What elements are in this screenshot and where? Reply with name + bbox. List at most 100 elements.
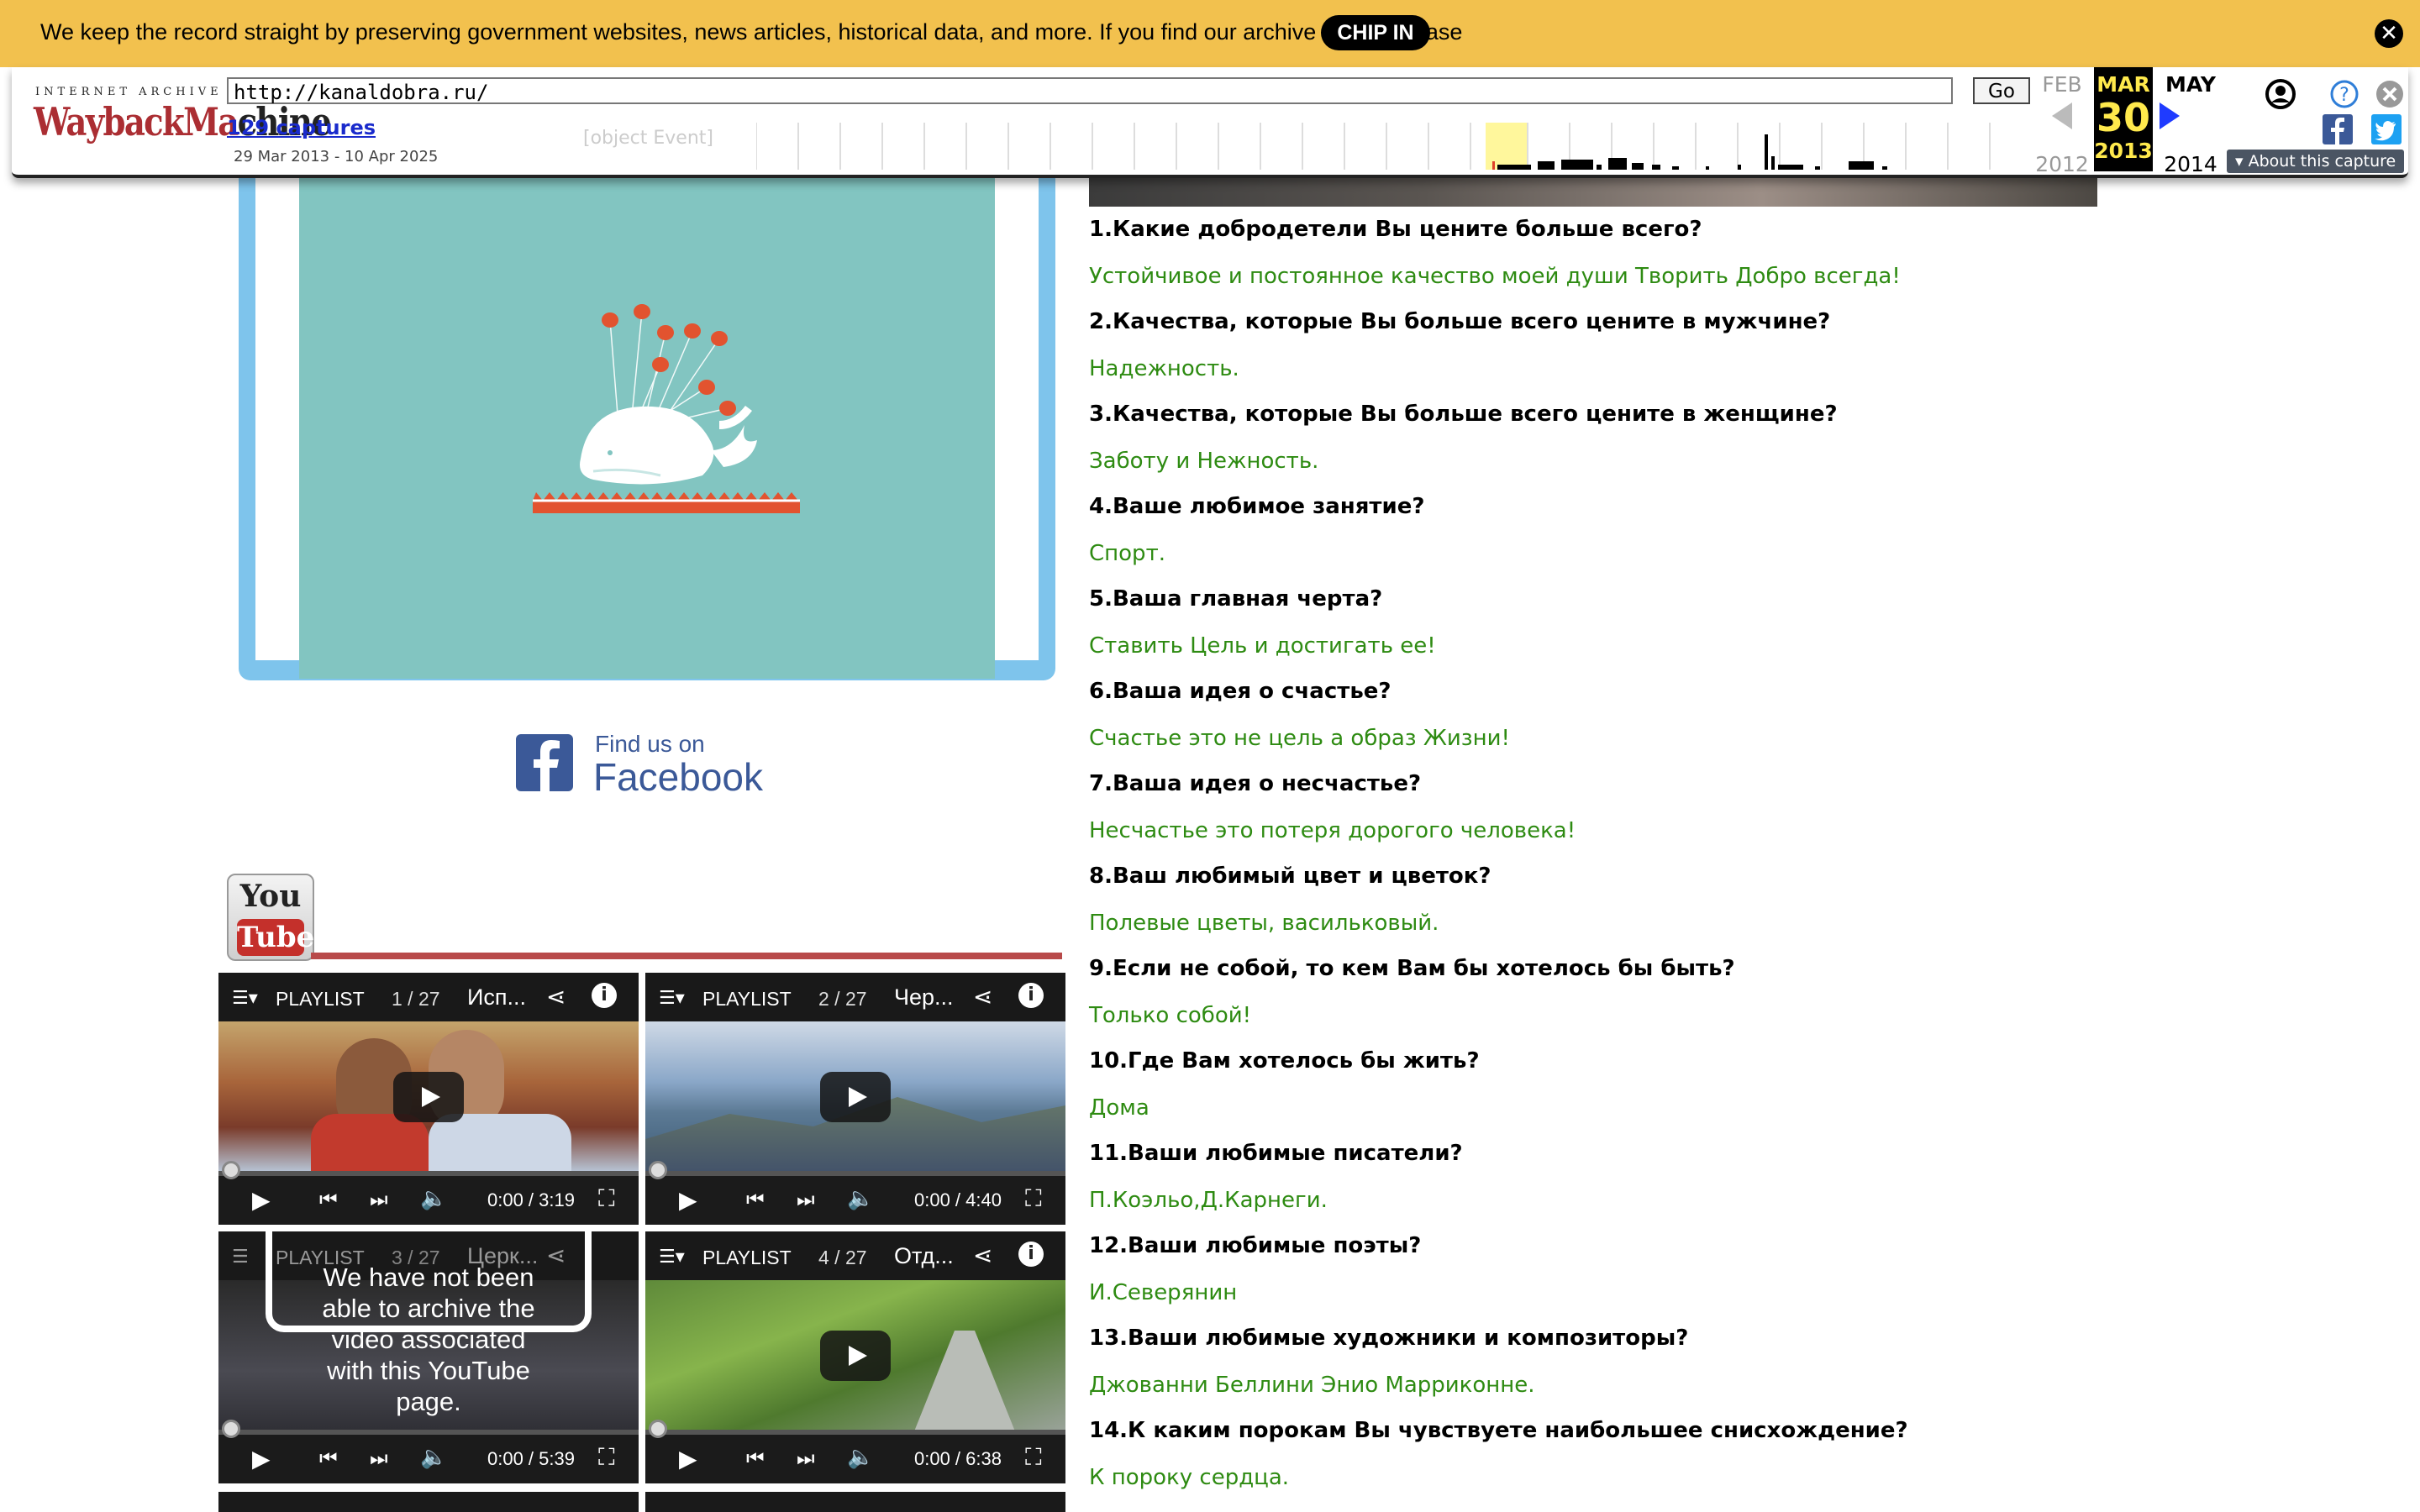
facebook-find-us-link[interactable]: Find us on Facebook	[516, 731, 763, 801]
capture-sparkline[interactable]	[756, 123, 2032, 170]
video-1-time: 0:00 / 3:19	[487, 1189, 575, 1210]
fullscreen-icon[interactable]: ⛶	[598, 1184, 615, 1213]
object-event-text: [object Event]	[583, 128, 713, 149]
video-1-play-button[interactable]	[393, 1072, 464, 1122]
share-icon[interactable]: ⋖	[546, 983, 566, 1011]
volume-icon[interactable]: 🔈	[847, 1445, 874, 1470]
answer-13: Джованни Беллини Энио Марриконне.	[1089, 1373, 1535, 1398]
next-icon[interactable]: ⏭	[797, 1446, 815, 1470]
answer-3: Заботу и Нежность.	[1089, 449, 1319, 474]
video-player-4[interactable]: ☰▾ PLAYLIST 4 / 27 Отд... ⋖ i ▶ ⏮ ⏭ 🔈 0:…	[645, 1231, 1065, 1483]
volume-icon[interactable]: 🔈	[420, 1445, 447, 1470]
url-input[interactable]: http://kanaldobra.ru/	[227, 77, 1953, 104]
video-2-play-button[interactable]	[820, 1072, 891, 1122]
capture-date-range: 29 Mar 2013 - 10 Apr 2025	[234, 148, 439, 165]
play-icon[interactable]: ▶	[252, 1186, 271, 1214]
video-2-scrub-knob[interactable]	[649, 1161, 667, 1179]
share-icon[interactable]: ⋖	[973, 983, 992, 1011]
next-month: MAY	[2165, 72, 2216, 97]
question-7: 7.Ваша идея о несчастье?	[1089, 771, 1422, 796]
video-2-title[interactable]: Чер...	[894, 984, 954, 1011]
info-icon[interactable]: i	[1018, 983, 1044, 1008]
video-2-progress[interactable]	[645, 1161, 1065, 1179]
video-3-progress[interactable]	[218, 1420, 639, 1438]
question-6: 6.Ваша идея о счастье?	[1089, 679, 1392, 704]
help-icon[interactable]: ?	[2329, 79, 2360, 109]
info-icon[interactable]: i	[592, 983, 617, 1008]
twitter-share-icon[interactable]	[2371, 114, 2402, 144]
video-2-playlist-label: PLAYLIST	[702, 988, 792, 1010]
facebook-name-label: Facebook	[593, 755, 764, 799]
answer-2: Надежность.	[1089, 356, 1239, 381]
video-1-title[interactable]: Исп...	[467, 984, 526, 1011]
video-4-progress[interactable]	[645, 1420, 1065, 1438]
previous-icon[interactable]: ⏮	[746, 1446, 765, 1470]
video-4-scrub-knob[interactable]	[649, 1420, 667, 1438]
next-icon[interactable]: ⏭	[370, 1446, 388, 1470]
video-player-6-partial[interactable]	[645, 1492, 1065, 1512]
twitter-widget-inner	[255, 173, 1039, 679]
video-3-controls: ▶ ⏮ ⏭ 🔈 0:00 / 5:39 ⛶	[218, 1420, 639, 1483]
next-icon[interactable]: ⏭	[370, 1188, 388, 1211]
video-not-archived-notice: We have not been able to archive the vid…	[322, 1263, 535, 1416]
video-1-scrub-knob[interactable]	[222, 1161, 240, 1179]
question-12: 12.Ваши любимые поэты?	[1089, 1233, 1422, 1258]
playlist-menu-icon[interactable]: ☰▾	[659, 988, 685, 1009]
video-3-scrub-knob[interactable]	[222, 1420, 240, 1438]
question-13: 13.Ваши любимые художники и композиторы?	[1089, 1326, 1689, 1351]
donation-message: We keep the record straight by preservin…	[40, 19, 1463, 45]
playlist-menu-icon[interactable]: ☰▾	[232, 988, 258, 1009]
share-icon[interactable]: ⋖	[973, 1242, 992, 1269]
video-player-3[interactable]: ☰ PLAYLIST 3 / 27 Церк... ⋖ We have not …	[218, 1231, 639, 1483]
previous-icon[interactable]: ⏮	[319, 1188, 338, 1211]
captures-link[interactable]: 129 captures	[227, 116, 376, 139]
fullscreen-icon[interactable]: ⛶	[1025, 1443, 1042, 1472]
youtube-logo[interactable]: You Tube	[227, 874, 314, 961]
close-toolbar-icon[interactable]	[2375, 79, 2405, 109]
video-player-2[interactable]: ☰▾ PLAYLIST 2 / 27 Чер... ⋖ i ▶ ⏮ ⏭ 🔈 0:…	[645, 973, 1065, 1225]
fail-whale-illustration	[533, 304, 800, 513]
prev-capture-arrow-icon[interactable]	[2052, 102, 2072, 129]
facebook-share-icon[interactable]	[2323, 114, 2353, 144]
next-icon[interactable]: ⏭	[797, 1188, 815, 1211]
video-player-1[interactable]: ☰▾ PLAYLIST 1 / 27 Исп... ⋖ i ▶ ⏮ ⏭ 🔈 0:…	[218, 973, 639, 1225]
answer-12: И.Северянин	[1089, 1280, 1238, 1305]
video-1-controls: ▶ ⏮ ⏭ 🔈 0:00 / 3:19 ⛶	[218, 1161, 639, 1225]
go-button[interactable]: Go	[1973, 77, 2030, 104]
donation-banner: We keep the record straight by preservin…	[0, 0, 2420, 67]
answer-7: Несчастье это потеря дорогого человека!	[1089, 818, 1576, 843]
youtube-you-label: You	[239, 879, 302, 914]
question-5: 5.Ваша главная черта?	[1089, 586, 1383, 612]
playlist-menu-icon[interactable]: ☰	[232, 1247, 249, 1268]
answer-8: Полевые цветы, васильковый.	[1089, 911, 1439, 936]
close-banner-icon[interactable]: ✕	[2375, 19, 2403, 48]
video-1-header: ☰▾ PLAYLIST 1 / 27 Исп... ⋖ i	[218, 973, 639, 1021]
next-capture-arrow-icon[interactable]	[2160, 102, 2180, 129]
volume-icon[interactable]: 🔈	[847, 1186, 874, 1211]
previous-icon[interactable]: ⏮	[319, 1446, 338, 1470]
info-icon[interactable]: i	[1018, 1242, 1044, 1267]
about-capture-dropdown[interactable]: ▾ About this capture	[2227, 150, 2405, 173]
user-account-icon[interactable]	[2264, 77, 2297, 111]
previous-icon[interactable]: ⏮	[746, 1188, 765, 1211]
video-1-progress[interactable]	[218, 1161, 639, 1179]
fullscreen-icon[interactable]: ⛶	[598, 1443, 615, 1472]
play-icon[interactable]: ▶	[679, 1186, 697, 1214]
question-10: 10.Где Вам хотелось бы жить?	[1089, 1048, 1480, 1074]
chip-in-button[interactable]: CHIP IN	[1321, 15, 1430, 50]
video-2-time: 0:00 / 4:40	[914, 1189, 1002, 1210]
playlist-menu-icon[interactable]: ☰▾	[659, 1247, 685, 1268]
question-8: 8.Ваш любимый цвет и цветок?	[1089, 864, 1491, 889]
video-4-title[interactable]: Отд...	[894, 1243, 954, 1269]
play-icon[interactable]: ▶	[252, 1445, 271, 1473]
answer-9: Только собой!	[1089, 1003, 1252, 1028]
video-3-time: 0:00 / 5:39	[487, 1448, 575, 1469]
video-player-5-partial[interactable]	[218, 1492, 639, 1512]
video-4-play-button[interactable]	[820, 1331, 891, 1381]
current-month: MAR	[2096, 72, 2150, 97]
fullscreen-icon[interactable]: ⛶	[1025, 1184, 1042, 1213]
play-icon[interactable]: ▶	[679, 1445, 697, 1473]
question-2: 2.Качества, которые Вы больше всего цени…	[1089, 309, 1831, 334]
answer-14: К пороку сердца.	[1089, 1465, 1290, 1490]
volume-icon[interactable]: 🔈	[420, 1186, 447, 1211]
